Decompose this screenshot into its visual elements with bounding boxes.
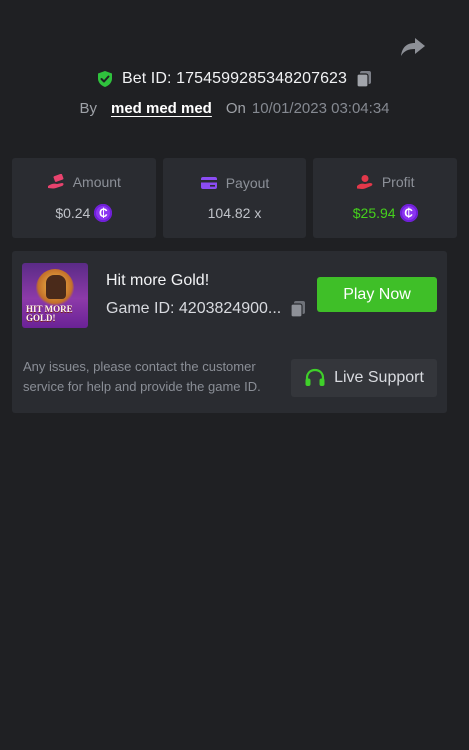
amount-card: Amount $0.24 ₵ xyxy=(12,158,156,238)
payout-label: Payout xyxy=(225,175,270,191)
card-icon xyxy=(200,177,217,189)
profit-value-row: $25.94 ₵ xyxy=(353,204,418,222)
live-support-button[interactable]: Live Support xyxy=(291,359,437,397)
shield-check-icon xyxy=(96,70,114,88)
on-label: On xyxy=(225,99,246,117)
hand-money-icon xyxy=(47,174,64,189)
coin-icon: ₵ xyxy=(399,204,418,222)
coin-icon: ₵ xyxy=(94,204,113,222)
share-icon[interactable] xyxy=(400,36,426,58)
headset-icon xyxy=(305,368,325,386)
game-title: Hit more Gold! xyxy=(106,272,210,289)
bet-id: Bet ID: 1754599285348207623 xyxy=(121,70,348,87)
username-link[interactable]: med med med xyxy=(111,100,212,117)
amount-value: $0.24 xyxy=(55,205,91,221)
payout-value-row: 104.82 x xyxy=(208,205,262,221)
profit-card: Profit $25.94 ₵ xyxy=(313,158,458,238)
profit-header: Profit xyxy=(356,174,415,190)
play-now-button[interactable]: Play Now xyxy=(317,277,437,312)
game-thumbnail[interactable]: HIT MORE GOLD! xyxy=(22,263,88,328)
bet-meta-row: By med med med On 10/01/2023 03:04:34 xyxy=(0,96,469,120)
profit-value: $25.94 xyxy=(352,205,396,221)
profit-label: Profit xyxy=(381,174,415,190)
profit-hand-icon xyxy=(356,175,373,189)
payout-header: Payout xyxy=(200,175,270,191)
miner-figure xyxy=(46,275,66,299)
bet-id-row: Bet ID: 1754599285348207623 xyxy=(0,67,469,91)
payout-card: Payout 104.82 x xyxy=(162,158,307,238)
payout-value: 104.82 x xyxy=(207,205,262,221)
by-label: By xyxy=(79,99,97,117)
amount-header: Amount xyxy=(47,174,121,190)
game-card: HIT MORE GOLD! Hit more Gold! Game ID: 4… xyxy=(12,251,447,413)
bet-stats: Amount $0.24 ₵ Payout 104.82 x Profit $2… xyxy=(12,158,458,238)
game-id-row: Game ID: 4203824900... xyxy=(106,300,307,318)
copy-icon[interactable] xyxy=(289,300,307,318)
game-id: Game ID: 4203824900... xyxy=(106,300,282,317)
bet-timestamp: 10/01/2023 03:04:34 xyxy=(251,99,390,117)
thumbnail-logo: HIT MORE GOLD! xyxy=(26,304,73,323)
support-notice: Any issues, please contact the customer … xyxy=(23,359,261,394)
amount-label: Amount xyxy=(72,174,121,190)
live-support-label: Live Support xyxy=(334,369,424,386)
amount-value-row: $0.24 ₵ xyxy=(55,204,113,222)
copy-icon[interactable] xyxy=(355,70,373,88)
